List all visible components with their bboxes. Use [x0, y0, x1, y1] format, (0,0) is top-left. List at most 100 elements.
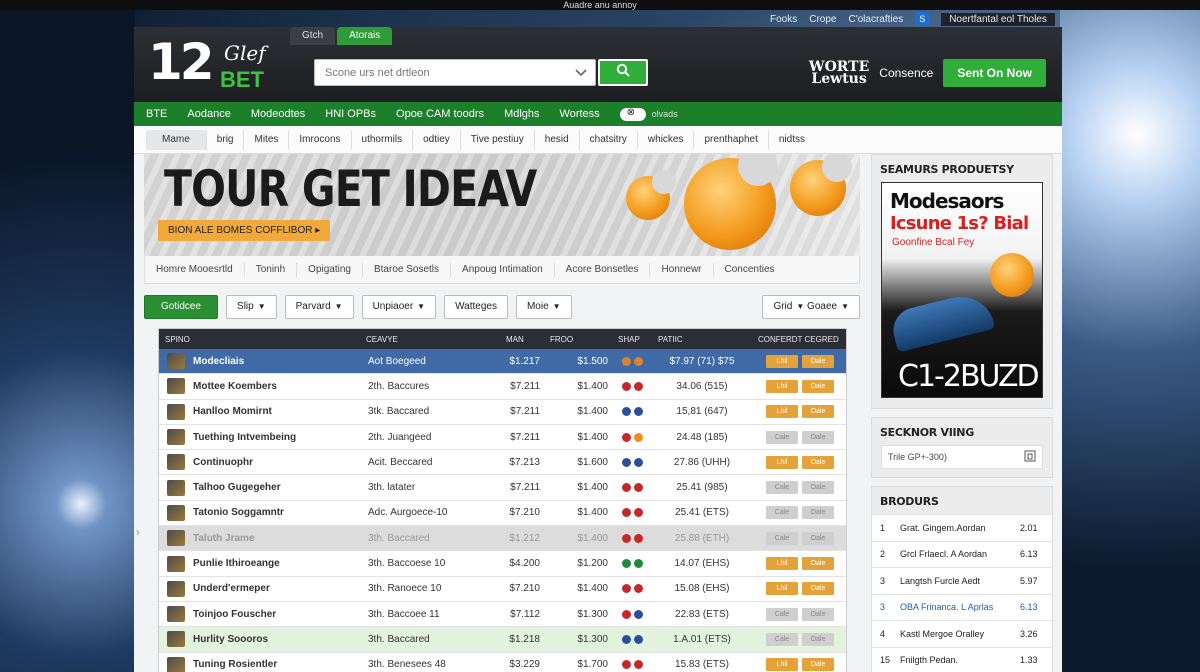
rank-row[interactable]: 15 Fnilgth Pedan. 1.33	[872, 646, 1052, 672]
bet-button[interactable]: Cale	[766, 632, 798, 646]
col-header[interactable]: FROO	[544, 335, 612, 344]
odds-button[interactable]: Oale	[802, 557, 834, 571]
bet-button[interactable]: Lhil	[766, 455, 798, 469]
odds-button[interactable]: Oale	[802, 405, 834, 419]
table-row[interactable]: Tuning Rosientler 3th. Benesees 48 $3.229 $…	[159, 653, 846, 672]
table-row[interactable]: Talhoo Gugegeher 3th. latater $7.211 $1.400…	[159, 475, 846, 501]
top-tab-1[interactable]: Gtch	[290, 27, 336, 45]
category-item[interactable]: Opigating	[297, 262, 363, 277]
odds-button[interactable]: Oale	[802, 481, 834, 495]
nav-item-5[interactable]: Opoe CAM toodrs	[396, 108, 484, 120]
col-header[interactable]: CONFERDT CEGRED	[752, 335, 848, 344]
category-item[interactable]: Anpoug Intimation	[451, 262, 555, 277]
filter-dropdown[interactable]: Unpiaoer ▼	[361, 295, 437, 319]
row-name[interactable]: Continuophr	[159, 454, 360, 471]
chevron-right-icon[interactable]: ›	[136, 525, 140, 539]
bet-button[interactable]: Lhil	[766, 405, 798, 419]
rank-row[interactable]: 4 Kastl Mergoe Oralley 3.26	[872, 620, 1052, 647]
sub-nav-item-5[interactable]: uthormils	[350, 129, 413, 150]
row-name[interactable]: Taluth Jrame	[159, 530, 360, 547]
site-logo[interactable]: 12 Glef BET	[148, 37, 276, 93]
bet-button[interactable]: Lhil	[766, 354, 798, 368]
rank-row[interactable]: 2 Grcl Frlaecl. A Aordan 6.13	[872, 540, 1052, 567]
row-name[interactable]: Talhoo Gugegeher	[159, 479, 360, 496]
odds-button[interactable]: Oale	[802, 531, 834, 545]
bet-button[interactable]: Cale	[766, 506, 798, 520]
top-notice[interactable]: Noertfantal eol Tholes	[941, 12, 1055, 26]
rank-row[interactable]: 1 Grat. Gingem.Aordan 2.01	[872, 514, 1052, 541]
bet-button[interactable]: Lhil	[766, 379, 798, 393]
row-name[interactable]: Underd'ermeper	[159, 580, 360, 597]
top-link-1[interactable]: Fooks	[770, 14, 797, 25]
bet-button[interactable]: Lhil	[766, 658, 798, 672]
hero-banner[interactable]: TOUR GET IDEAV BION ALE BOMES COFFLIBOR …	[144, 154, 860, 256]
bet-button[interactable]: Cale	[766, 607, 798, 621]
search-button[interactable]	[598, 59, 648, 86]
col-header[interactable]: SHAP	[612, 335, 652, 344]
row-name[interactable]: Toinjoo Fouscher	[159, 606, 360, 623]
odds-button[interactable]: Oale	[802, 379, 834, 393]
odds-button[interactable]: Oale	[802, 582, 834, 596]
search-input[interactable]	[315, 66, 575, 79]
table-row[interactable]: Hanlloo Momirnt 3tk. Baccared $7.211 $1.400…	[159, 400, 846, 425]
row-name[interactable]: Tatonio Soggamntr	[159, 504, 360, 521]
col-header[interactable]: CEAVYE	[360, 335, 500, 344]
col-header[interactable]: PATIIC	[652, 335, 752, 344]
odds-button[interactable]: Oale	[802, 607, 834, 621]
odds-button[interactable]: Oale	[802, 658, 834, 672]
table-row[interactable]: Tuething Intvembeing 2th. Juangeed $7.211 $…	[159, 425, 846, 451]
sub-nav-item-7[interactable]: Tive pestiuy	[459, 129, 534, 150]
category-item[interactable]: Acore Bonsetles	[555, 262, 651, 277]
nav-item-7[interactable]: Wortess	[560, 108, 600, 120]
odds-toggle[interactable]: olvads	[619, 107, 678, 121]
top-link-2[interactable]: Crope	[809, 14, 836, 25]
rank-row[interactable]: 3 Langtsh Furcle Aedt 5.97	[872, 567, 1052, 594]
toggle-switch[interactable]	[619, 107, 646, 121]
odds-button[interactable]: Oale	[802, 632, 834, 646]
sub-nav-item-6[interactable]: odtiey	[412, 129, 460, 150]
row-name[interactable]: Tuething Intvembeing	[159, 429, 360, 446]
odds-button[interactable]: Oale	[802, 455, 834, 469]
hero-badge-button[interactable]: BION ALE BOMES COFFLIBOR ▸	[158, 220, 331, 241]
sub-nav-item-1[interactable]: Mame	[146, 129, 206, 150]
table-row[interactable]: Mottee Koembers 2th. Baccures $7.211 $1.400…	[159, 374, 846, 400]
col-header[interactable]: SPINO	[159, 335, 360, 344]
row-name[interactable]: Punlie Ithiroeange	[159, 555, 360, 572]
top-link-3[interactable]: C'olacrafties	[848, 14, 903, 25]
odds-button[interactable]: Oale	[802, 430, 834, 444]
category-item[interactable]: Homre Mooesrtld	[145, 262, 245, 277]
row-name[interactable]: Modecliais	[159, 353, 360, 370]
copy-icon[interactable]	[1024, 450, 1036, 464]
filter-dropdown[interactable]: Moie ▼	[515, 295, 572, 319]
filter-dropdown[interactable]: Slip ▼	[226, 295, 277, 319]
table-row[interactable]: Underd'ermeper 3th. Ranoece 10 $7.210 $1.40…	[159, 577, 846, 602]
filter-button[interactable]: Watteges	[444, 295, 508, 319]
col-header[interactable]: MAN	[500, 335, 544, 344]
odds-button[interactable]: Oale	[802, 354, 834, 368]
sub-nav-item-2[interactable]: brig	[205, 129, 244, 150]
nav-item-6[interactable]: Mdlghs	[504, 108, 539, 120]
bet-button[interactable]: Cale	[766, 430, 798, 444]
nav-item-2[interactable]: Aodance	[187, 108, 230, 120]
sub-nav-item-11[interactable]: prenthaphet	[693, 129, 767, 150]
sub-nav-item-4[interactable]: Imrocons	[288, 129, 350, 150]
table-row[interactable]: Continuophr Acit. Beccared $7.213 $1.600 27.…	[159, 450, 846, 476]
odds-button[interactable]: Oale	[802, 506, 834, 520]
row-name[interactable]: Hurlity Soooros	[159, 631, 360, 648]
category-item[interactable]: Honnewr	[650, 262, 714, 277]
sub-nav-item-12[interactable]: nidtss	[767, 129, 815, 150]
sub-nav-item-10[interactable]: whickes	[636, 129, 694, 150]
table-row[interactable]: Tatonio Soggamntr Adc. Aurgoece-10 $7.210 $…	[159, 501, 846, 527]
category-item[interactable]: Concenties	[714, 263, 786, 277]
table-row[interactable]: Hurlity Soooros 3th. Baccared $1.218 $1.300…	[159, 627, 846, 653]
nav-item-1[interactable]: BTE	[146, 108, 167, 120]
notification-icon[interactable]: S	[915, 12, 930, 26]
row-name[interactable]: Tuning Rosientler	[159, 656, 360, 672]
top-tab-2[interactable]: Atorais	[337, 27, 393, 45]
viewing-field[interactable]: Trile GP+-300)	[881, 445, 1043, 469]
row-name[interactable]: Mottee Koembers	[159, 378, 360, 395]
row-name[interactable]: Hanlloo Momirnt	[159, 403, 360, 420]
bet-button[interactable]: Lhil	[766, 582, 798, 596]
bet-button[interactable]: Cale	[766, 481, 798, 495]
cta-button[interactable]: Sent On Now	[943, 59, 1046, 87]
